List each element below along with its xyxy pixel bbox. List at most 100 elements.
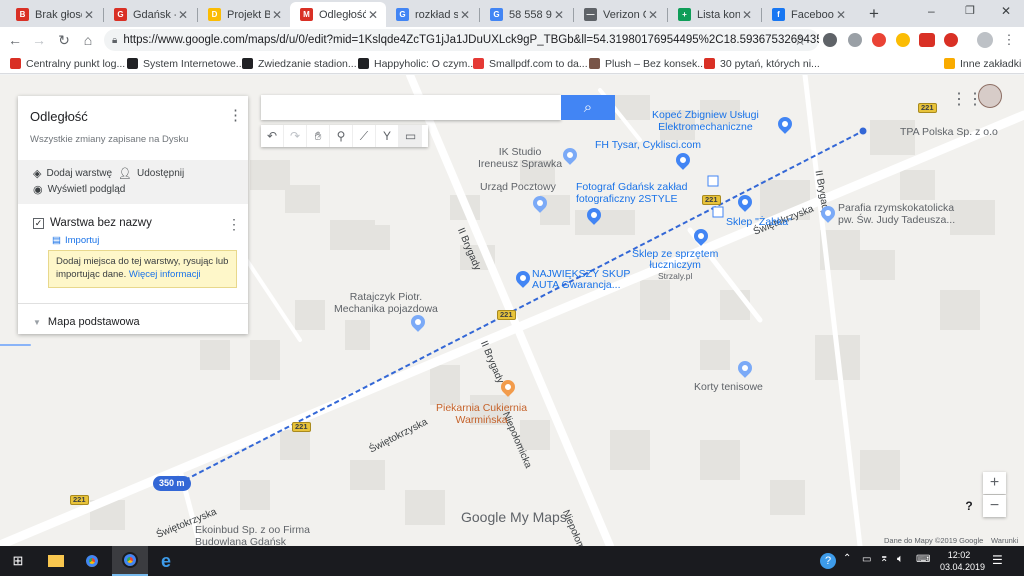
undo-icon[interactable]: ↶: [261, 125, 284, 147]
close-tab-icon[interactable]: ✕: [366, 8, 380, 22]
bookmark-item[interactable]: Plush – Bez konsek...: [589, 56, 706, 71]
clock[interactable]: 12:02 03.04.2019: [940, 549, 985, 573]
tab-6[interactable]: — Verizon Cor✕: [574, 2, 666, 27]
distance-badge: 350 m: [153, 476, 191, 491]
poi-kopec[interactable]: Kopeć Zbigniew Usługi Elektromechaniczne: [652, 109, 759, 133]
chrome-active-icon[interactable]: [112, 546, 148, 576]
tab-0[interactable]: B Brak głoso ✕: [6, 2, 102, 27]
file-explorer-icon[interactable]: [38, 546, 74, 576]
preview-button[interactable]: ◉ Wyświetl podgląd: [33, 183, 125, 196]
tab-1[interactable]: G Gdańsk - ob✕: [104, 2, 196, 27]
bookmark-item[interactable]: Smallpdf.com to da...: [473, 56, 588, 71]
close-tab-icon[interactable]: ✕: [552, 8, 566, 22]
help-button[interactable]: ?: [960, 499, 978, 517]
import-link[interactable]: ▤ Importuj: [52, 235, 99, 246]
poi-skup-auta[interactable]: NAJWIĘKSZY SKUP AUTA Gwarancja...: [532, 269, 630, 291]
tab-3-active[interactable]: M Odległość ✕: [290, 2, 386, 27]
hand-icon[interactable]: ✋︎: [307, 125, 330, 147]
poi-ekoinbud[interactable]: Ekoinbud Sp. z oo Firma Budowlana Gdańsk: [195, 524, 310, 546]
extension-icon[interactable]: [848, 33, 862, 47]
bookmark-star-icon[interactable]: ☆: [791, 31, 809, 49]
menu-kebab-icon[interactable]: ⋮: [1000, 31, 1018, 49]
poi-tpa[interactable]: TPA Polska Sp. z o.o: [900, 126, 998, 138]
zoom-out-button[interactable]: −: [983, 495, 1006, 517]
address-bar[interactable]: 🔒︎ https://www.google.com/maps/d/u/0/edi…: [104, 29, 819, 51]
poi-korty[interactable]: Korty tenisowe: [694, 381, 763, 393]
poi-zabka[interactable]: Sklep "Żabka": [726, 216, 792, 228]
account-avatar[interactable]: [978, 84, 1002, 108]
search-button[interactable]: ⌕: [561, 95, 615, 120]
bookmark-item[interactable]: 30 pytań, których ni...: [704, 56, 820, 71]
back-arrow-icon[interactable]: ←: [6, 31, 24, 49]
minimize-button[interactable]: –: [928, 4, 935, 18]
close-tab-icon[interactable]: ✕: [82, 8, 96, 22]
share-button[interactable]: 👤︎ Udostępnij: [118, 167, 184, 180]
edge-icon[interactable]: e: [148, 546, 184, 576]
layer-name[interactable]: Warstwa bez nazwy: [50, 217, 152, 229]
poi-piekarnia[interactable]: Piekarnia Cukiernia Warmińska: [436, 402, 527, 426]
tab-4[interactable]: Grozkład syg✕: [386, 2, 478, 27]
home-icon[interactable]: ⌂: [79, 31, 97, 49]
bookmark-item[interactable]: Centralny punkt log...: [10, 56, 125, 71]
extension-icon[interactable]: [896, 33, 910, 47]
map-title[interactable]: Odległość: [30, 109, 236, 124]
more-info-link[interactable]: Więcej informacji: [129, 269, 201, 280]
extension-icon[interactable]: [823, 33, 837, 47]
draw-line-icon[interactable]: ⟋: [353, 125, 376, 147]
base-map-row[interactable]: ▼ Mapa podstawowa: [33, 316, 140, 328]
close-tab-icon[interactable]: ✕: [646, 8, 660, 22]
layer-checkbox[interactable]: ✓: [33, 218, 44, 229]
poi-parafia[interactable]: Parafia rzymskokatolicka pw. Św. Judy Tad…: [838, 202, 955, 226]
measure-ruler-icon[interactable]: ▭: [399, 125, 422, 147]
tab-7[interactable]: + Lista kontal✕: [668, 2, 760, 27]
terms-link[interactable]: Warunki: [991, 536, 1018, 545]
restore-button[interactable]: ❐: [965, 4, 975, 17]
tab-2[interactable]: D Projekt BO✕: [198, 2, 290, 27]
poi-fh-tysar[interactable]: FH Tysar, Cyklisci.com: [595, 139, 701, 151]
adblock-icon[interactable]: [919, 33, 935, 47]
map-search-input[interactable]: [261, 95, 561, 120]
poi-ratajczyk[interactable]: Ratajczyk Piotr. Mechanika pojazdowa: [334, 291, 438, 315]
network-icon[interactable]: ⌆: [880, 553, 888, 564]
windows-start-icon[interactable]: ⊞: [0, 546, 36, 576]
battery-icon[interactable]: ▭: [862, 554, 871, 565]
forward-arrow-icon[interactable]: →: [30, 31, 48, 49]
directions-icon[interactable]: Y: [376, 125, 399, 147]
keyboard-icon[interactable]: ⌨: [916, 554, 930, 565]
other-bookmarks[interactable]: Inne zakładki: [944, 56, 1021, 71]
new-tab-plus-icon[interactable]: +: [864, 4, 884, 24]
close-window-button[interactable]: ✕: [1001, 4, 1011, 18]
poi-sklep-luczniczy[interactable]: Sklep ze sprzętem łuczniczym Strzaly.pl: [632, 249, 718, 282]
bookmark-item[interactable]: Happyholic: O czym...: [358, 56, 476, 71]
chrome-icon[interactable]: [74, 546, 110, 576]
close-tab-icon[interactable]: ✕: [834, 8, 848, 22]
help-tray-icon[interactable]: ?: [820, 553, 836, 569]
close-tab-icon[interactable]: ✕: [270, 8, 284, 22]
tab-8[interactable]: f Facebook✕: [762, 2, 854, 27]
add-layer-button[interactable]: ◈ Dodaj warstwę: [33, 167, 112, 180]
layer-menu-kebab-icon[interactable]: ⋮: [227, 216, 241, 233]
distance-endpoint: [859, 127, 867, 135]
close-tab-icon[interactable]: ✕: [176, 8, 190, 22]
poi-label: łuczniczym: [649, 259, 701, 271]
extension-icon[interactable]: [872, 33, 886, 47]
tray-chevron-icon[interactable]: ⌃: [843, 553, 851, 564]
close-tab-icon[interactable]: ✕: [458, 8, 472, 22]
bookmark-item[interactable]: Zwiedzanie stadion...: [242, 56, 357, 71]
bookmark-item[interactable]: System Internetowe...: [127, 56, 245, 71]
poi-urzad-pocztowy[interactable]: Urząd Pocztowy: [480, 181, 556, 193]
notifications-icon[interactable]: ☰: [992, 553, 1003, 567]
zoom-in-button[interactable]: +: [983, 472, 1006, 494]
panel-menu-kebab-icon[interactable]: ⋮: [228, 106, 243, 124]
bookmark-favicon-icon: [589, 58, 600, 69]
extension-icon[interactable]: [944, 33, 958, 47]
poi-ik-studio[interactable]: IK Studio Ireneusz Sprawka: [478, 146, 562, 170]
close-tab-icon[interactable]: ✕: [740, 8, 754, 22]
reload-icon[interactable]: ↻: [55, 31, 73, 49]
volume-icon[interactable]: 🔈︎: [897, 553, 904, 566]
redo-icon[interactable]: ↷: [284, 125, 307, 147]
tab-5[interactable]: G 58 558 98 2✕: [480, 2, 572, 27]
poi-fotograf[interactable]: Fotograf Gdańsk zakład fotograficzny 2STY…: [576, 181, 687, 205]
profile-avatar[interactable]: [977, 32, 993, 48]
add-marker-icon[interactable]: ⚲: [330, 125, 353, 147]
